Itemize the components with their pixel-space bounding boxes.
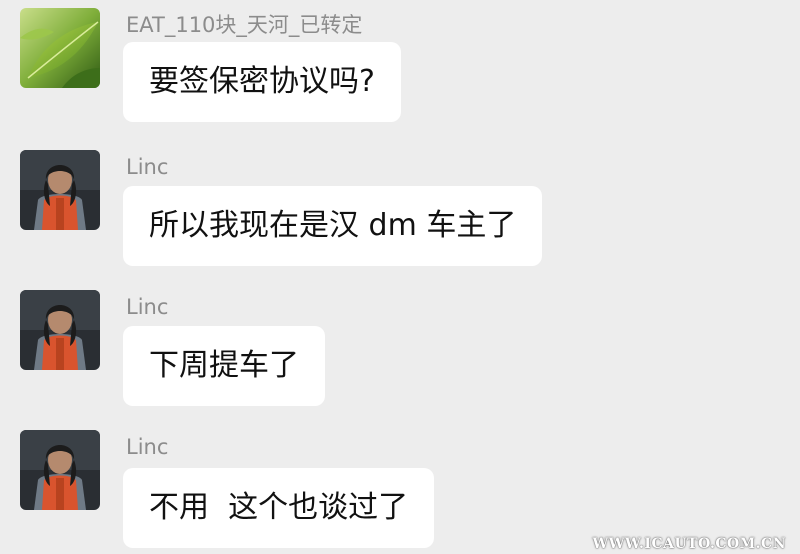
person-orange-vest-avatar-icon <box>20 150 100 230</box>
person-orange-vest-avatar-icon <box>20 290 100 370</box>
person-orange-vest-avatar-icon <box>20 430 100 510</box>
avatar[interactable] <box>20 150 100 230</box>
avatar[interactable] <box>20 290 100 370</box>
green-leaf-avatar-icon <box>20 8 100 88</box>
watermark: WWW.ICAUTO.COM.CN <box>592 536 786 552</box>
sender-name: Linc <box>126 295 169 319</box>
sender-name: EAT_110块_天河_已转定 <box>126 13 363 37</box>
sender-name: Linc <box>126 435 169 459</box>
avatar[interactable] <box>20 430 100 510</box>
message-bubble[interactable]: 所以我现在是汉 dm 车主了 <box>123 186 543 266</box>
avatar[interactable] <box>20 8 100 88</box>
sender-name: Linc <box>126 155 169 179</box>
chat-message-list: EAT_110块_天河_已转定 要签保密协议吗? Linc 所以我现在是汉 dm… <box>0 0 800 554</box>
message-bubble[interactable]: 下周提车了 <box>123 326 325 406</box>
message-bubble[interactable]: 要签保密协议吗? <box>123 42 401 122</box>
message-bubble[interactable]: 不用 这个也谈过了 <box>123 468 435 548</box>
